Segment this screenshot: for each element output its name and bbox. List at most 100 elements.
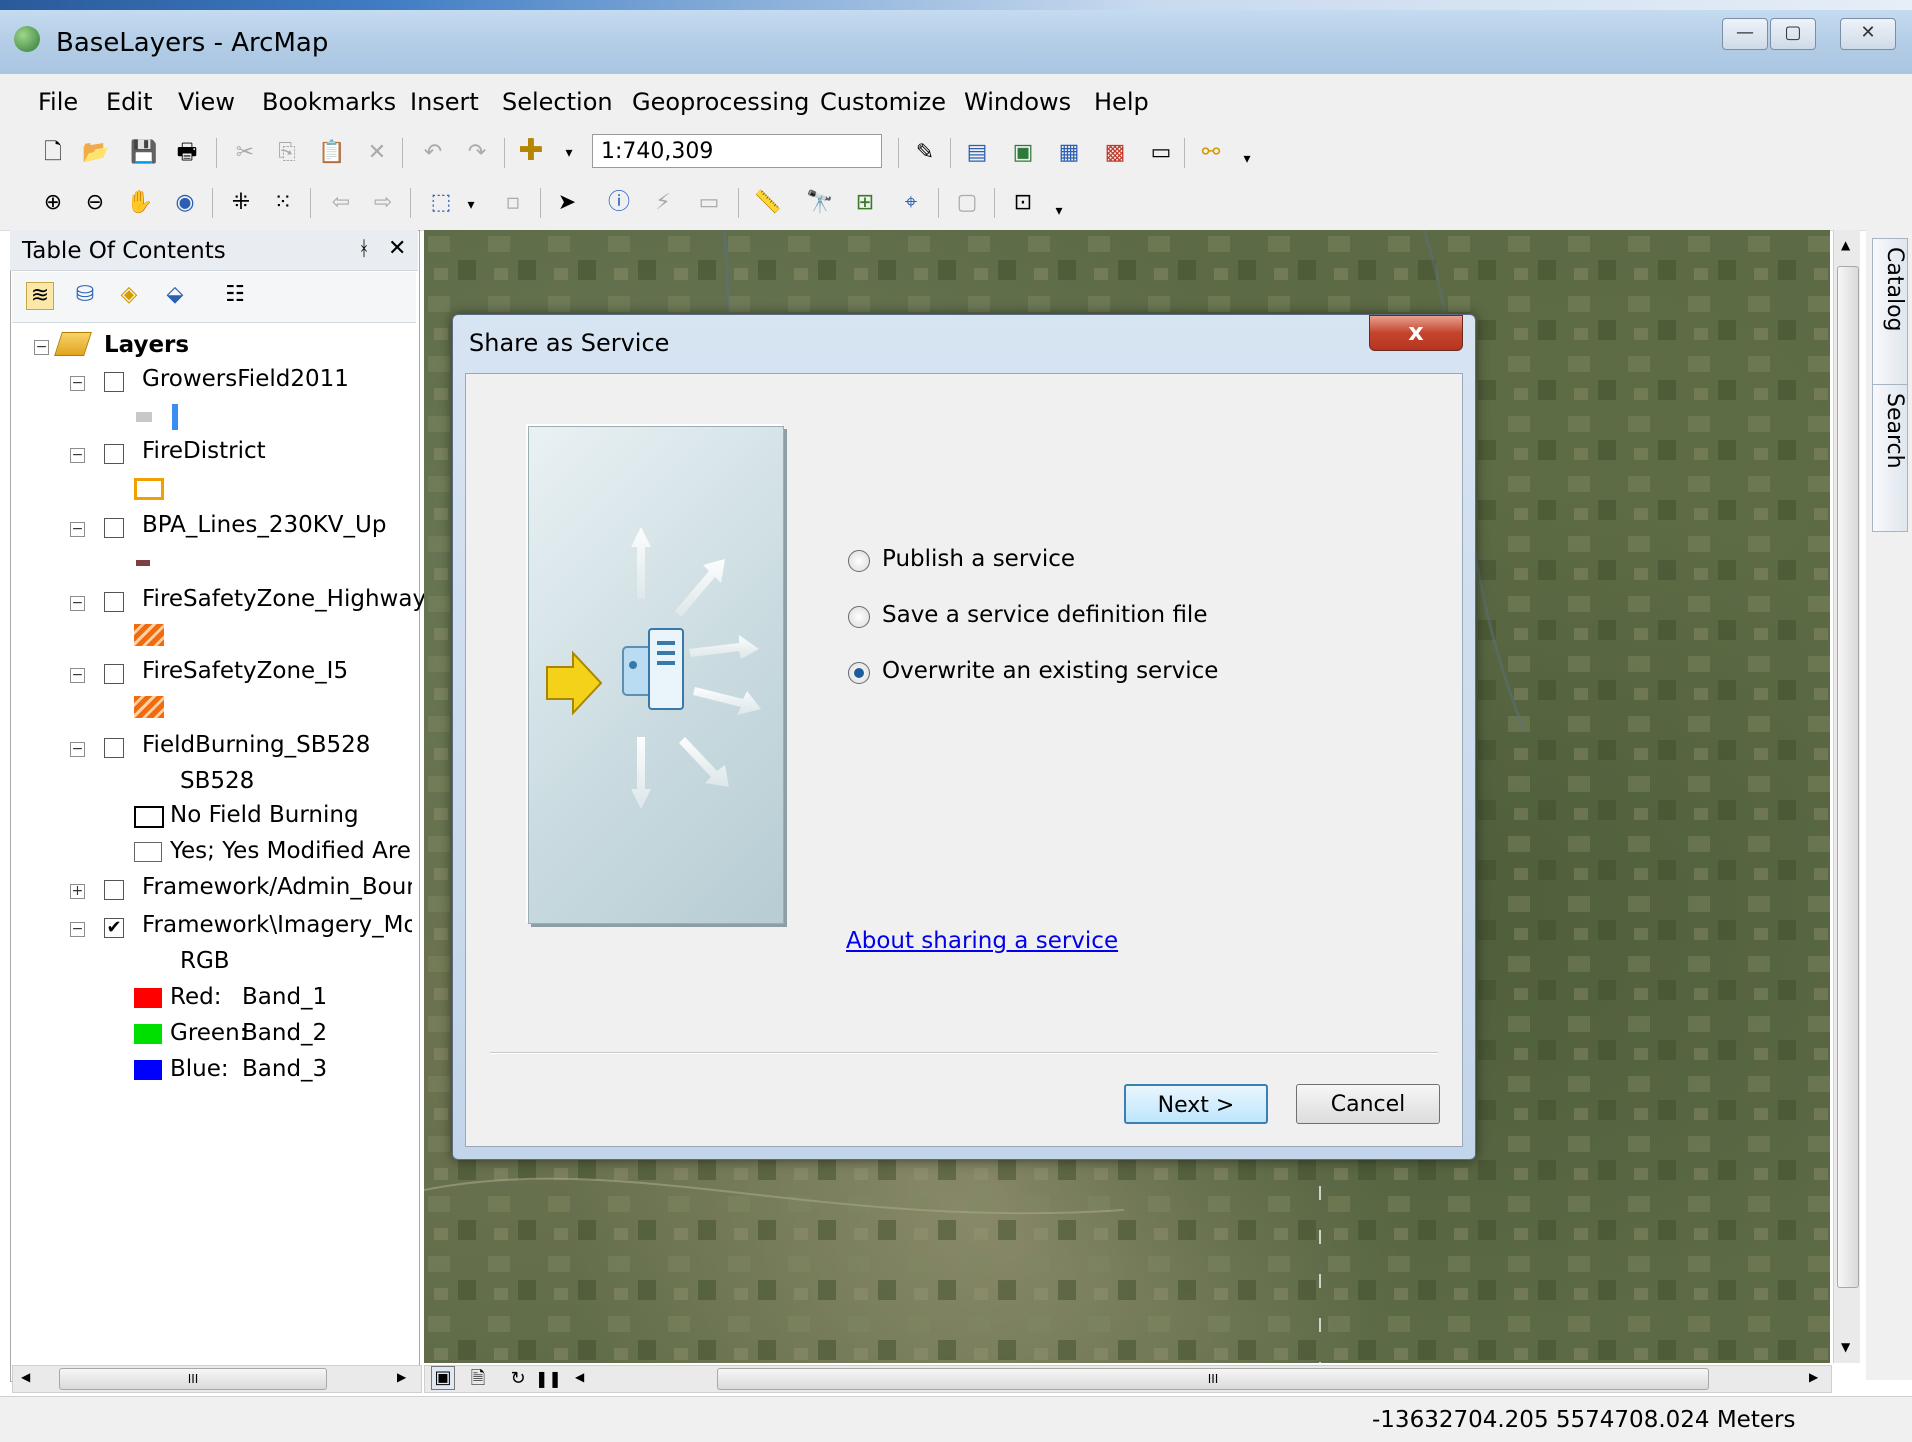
toc-options-icon[interactable]: ☷ — [222, 282, 248, 308]
menu-windows[interactable]: Windows — [964, 88, 1071, 116]
menu-insert[interactable]: Insert — [410, 88, 479, 116]
scroll-left-map-icon[interactable]: ◀ — [575, 1370, 584, 1384]
map-scale-input[interactable]: 1:740,309 — [592, 134, 882, 168]
menu-file[interactable]: File — [38, 88, 78, 116]
about-sharing-link[interactable]: About sharing a service — [846, 928, 1118, 954]
next-button[interactable]: Next > — [1124, 1084, 1268, 1124]
scroll-right-map-icon[interactable]: ▶ — [1809, 1370, 1818, 1384]
save-definition-radio[interactable] — [848, 606, 870, 628]
list-by-source-icon[interactable]: ⛁ — [72, 282, 98, 308]
measure-icon[interactable]: 📏 — [754, 190, 781, 216]
hyperlink-icon[interactable]: ⚡ — [650, 190, 676, 216]
undo-icon[interactable]: ↶ — [420, 140, 446, 166]
imagery-checkbox[interactable]: ✔ — [104, 918, 124, 938]
table-of-contents-icon[interactable]: ▤ — [964, 140, 990, 166]
bpa-lines-checkbox[interactable] — [104, 518, 124, 538]
back-extent-icon[interactable]: ⇦ — [328, 190, 354, 216]
catalog-window-icon[interactable]: ▣ — [1010, 140, 1036, 166]
toc-pin-icon[interactable]: ᚼ — [358, 236, 370, 260]
go-to-xy-icon[interactable]: ⌖ — [898, 190, 924, 216]
zoom-out-icon[interactable]: ⊖ — [82, 190, 108, 216]
add-data-icon[interactable]: ✚ — [518, 136, 544, 166]
map-vertical-scrollbar[interactable]: ▲ ▼ — [1833, 230, 1860, 1363]
save-icon[interactable]: 💾 — [130, 140, 157, 166]
map-scroll-thumb[interactable]: III — [717, 1368, 1709, 1390]
new-document-icon[interactable]: 🗋 — [40, 140, 66, 166]
data-view-icon[interactable]: ▣ — [431, 1366, 455, 1390]
toolbar-options-icon[interactable]: ▾ — [1234, 146, 1260, 172]
layers-root-label[interactable]: Layers — [104, 332, 189, 358]
arctoolbox-icon[interactable]: ▩ — [1102, 140, 1128, 166]
collapse-firesafety-i5-icon[interactable]: − — [70, 668, 85, 683]
forward-extent-icon[interactable]: ⇨ — [370, 190, 396, 216]
collapse-bpa-lines-icon[interactable]: − — [70, 522, 85, 537]
pan-hand-icon[interactable]: ✋ — [126, 190, 153, 216]
collapse-imagery-icon[interactable]: − — [70, 922, 85, 937]
select-features-icon[interactable]: ⬚ — [428, 190, 454, 216]
menu-view[interactable]: View — [178, 88, 235, 116]
cut-icon[interactable]: ✂ — [232, 140, 258, 166]
firesafety-highway-checkbox[interactable] — [104, 592, 124, 612]
add-data-dropdown-icon[interactable]: ▾ — [556, 140, 582, 166]
collapse-growersfield-icon[interactable]: − — [70, 376, 85, 391]
clear-selection-icon[interactable]: ▫ — [500, 190, 526, 216]
find-route-icon[interactable]: ⊞ — [852, 190, 878, 216]
identify-icon[interactable]: ⓘ — [606, 190, 632, 216]
menu-geoprocessing[interactable]: Geoprocessing — [632, 88, 809, 116]
full-extent-globe-icon[interactable]: ◉ — [172, 190, 198, 216]
menu-selection[interactable]: Selection — [502, 88, 613, 116]
layer-admin-boundaries[interactable]: Framework/Admin_Boun — [142, 874, 412, 900]
save-definition-label[interactable]: Save a service definition file — [882, 602, 1207, 628]
publish-service-radio[interactable] — [848, 550, 870, 572]
scroll-up-icon[interactable]: ▲ — [1841, 238, 1850, 252]
collapse-fieldburning-icon[interactable]: − — [70, 742, 85, 757]
toc-scroll-thumb[interactable]: III — [59, 1368, 327, 1390]
minimize-button[interactable]: — — [1722, 18, 1768, 50]
list-by-visibility-icon[interactable]: ◈ — [116, 282, 142, 308]
cancel-button[interactable]: Cancel — [1296, 1084, 1440, 1124]
catalog-tab[interactable]: Catalog — [1872, 238, 1908, 386]
html-popup-icon[interactable]: ▭ — [696, 190, 722, 216]
zoom-in-icon[interactable]: ⊕ — [40, 190, 66, 216]
select-elements-arrow-icon[interactable]: ➤ — [554, 190, 580, 216]
vertical-scroll-thumb[interactable] — [1837, 266, 1859, 1288]
admin-boundaries-checkbox[interactable] — [104, 880, 124, 900]
maximize-button[interactable]: ▢ — [1770, 18, 1816, 50]
layer-firesafety-i5[interactable]: FireSafetyZone_I5 — [142, 658, 348, 684]
python-window-icon[interactable]: ▭ — [1148, 140, 1174, 166]
layer-fieldburning[interactable]: FieldBurning_SB528 — [142, 732, 370, 758]
paste-icon[interactable]: 📋 — [318, 140, 345, 166]
overwrite-service-radio[interactable] — [848, 662, 870, 684]
layer-firesafety-highway[interactable]: FireSafetyZone_Highway — [142, 586, 426, 612]
find-binoculars-icon[interactable]: 🔭 — [806, 190, 833, 216]
redo-icon[interactable]: ↷ — [464, 140, 490, 166]
scroll-left-icon[interactable]: ◀ — [21, 1370, 30, 1384]
time-slider-icon[interactable]: ▢ — [954, 190, 980, 216]
refresh-view-icon[interactable]: ↻ — [505, 1366, 531, 1392]
menu-bookmarks[interactable]: Bookmarks — [262, 88, 396, 116]
layer-imagery[interactable]: Framework\Imagery_Mos — [142, 912, 412, 938]
collapse-firesafety-highway-icon[interactable]: − — [70, 596, 85, 611]
publish-service-label[interactable]: Publish a service — [882, 546, 1075, 572]
layout-view-icon[interactable]: 🗎 — [465, 1366, 491, 1392]
menu-edit[interactable]: Edit — [106, 88, 152, 116]
select-dropdown-icon[interactable]: ▾ — [458, 192, 484, 218]
list-by-drawing-order-icon[interactable]: ≋ — [26, 282, 54, 310]
fixed-zoom-out-icon[interactable]: ⁙ — [270, 190, 296, 216]
scroll-right-icon[interactable]: ▶ — [397, 1370, 406, 1384]
delete-icon[interactable]: ✕ — [364, 140, 390, 166]
print-icon[interactable]: 🖶 — [174, 140, 200, 166]
collapse-firedistrict-icon[interactable]: − — [70, 448, 85, 463]
menu-help[interactable]: Help — [1094, 88, 1149, 116]
map-horizontal-scrollbar[interactable]: ▣ 🗎 ↻ ❚❚ ◀ III ▶ — [424, 1365, 1832, 1393]
toolbar-options-icon-2[interactable]: ▾ — [1046, 198, 1072, 224]
create-viewer-window-icon[interactable]: ⊡ — [1010, 190, 1036, 216]
search-window-icon[interactable]: ▦ — [1056, 140, 1082, 166]
scroll-down-icon[interactable]: ▼ — [1841, 1340, 1850, 1354]
expand-admin-boundaries-icon[interactable]: + — [70, 884, 85, 899]
layer-firedistrict[interactable]: FireDistrict — [142, 438, 266, 464]
overwrite-service-label[interactable]: Overwrite an existing service — [882, 658, 1218, 684]
layer-bpa-lines[interactable]: BPA_Lines_230KV_Up — [142, 512, 386, 538]
fieldburning-checkbox[interactable] — [104, 738, 124, 758]
fixed-zoom-in-icon[interactable]: ⁜ — [228, 190, 254, 216]
